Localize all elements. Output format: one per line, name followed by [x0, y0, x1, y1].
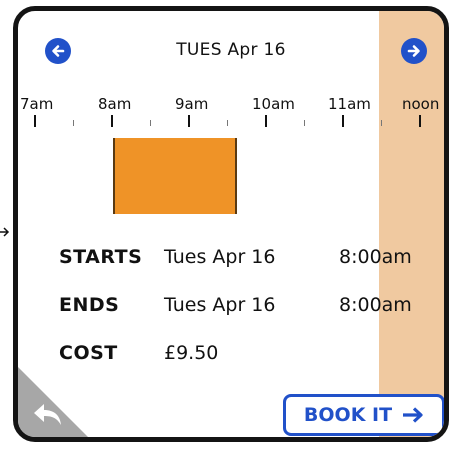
tick-label-noon: noon	[402, 95, 440, 113]
booking-block[interactable]	[113, 138, 237, 214]
ends-date: Tues Apr 16	[164, 294, 276, 316]
booking-card: TUES Apr 16 7am 8am 9am 10am 11am noon S…	[13, 6, 449, 442]
tick-7am	[34, 115, 36, 127]
arrow-right-icon	[403, 407, 423, 423]
tick-label-10am: 10am	[252, 95, 295, 113]
tick-830	[150, 120, 151, 126]
cost-value: £9.50	[164, 342, 219, 364]
tick-11am	[342, 115, 344, 127]
book-it-label: BOOK IT	[303, 404, 393, 426]
tick-930	[227, 120, 228, 126]
tick-9am	[188, 115, 190, 127]
book-it-button[interactable]: BOOK IT	[283, 394, 444, 436]
timeline[interactable]: 7am 8am 9am 10am 11am noon	[18, 11, 444, 151]
tick-label-8am: 8am	[98, 95, 132, 113]
ends-time: 8:00am	[339, 294, 412, 316]
back-arrow-icon[interactable]	[32, 401, 64, 427]
tick-noon	[419, 115, 421, 127]
ends-label: ENDS	[59, 294, 120, 316]
starts-date: Tues Apr 16	[164, 246, 276, 268]
tick-730	[73, 120, 74, 126]
tick-label-7am: 7am	[20, 95, 54, 113]
starts-label: STARTS	[59, 246, 143, 268]
tick-1130	[381, 120, 382, 126]
tick-label-9am: 9am	[175, 95, 209, 113]
side-pointer-icon	[0, 227, 10, 237]
starts-time: 8:00am	[339, 246, 412, 268]
tick-10am	[265, 115, 267, 127]
tick-label-11am: 11am	[328, 95, 371, 113]
tick-1030	[304, 120, 305, 126]
cost-label: COST	[59, 342, 118, 364]
tick-8am	[111, 115, 113, 127]
